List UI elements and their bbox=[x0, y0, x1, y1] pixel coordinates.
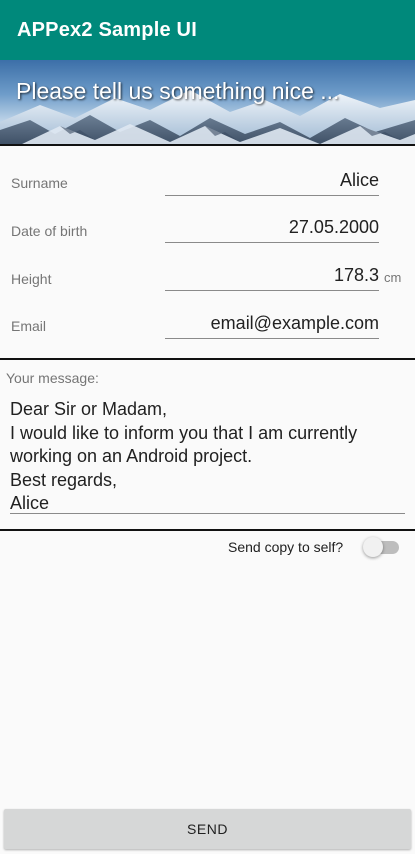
message-label: Your message: bbox=[6, 370, 99, 386]
send-button-label: SEND bbox=[187, 821, 228, 837]
surname-field[interactable]: Alice bbox=[165, 166, 379, 196]
height-field[interactable]: 178.3 bbox=[165, 261, 379, 291]
message-line: Dear Sir or Madam, bbox=[10, 399, 168, 419]
email-label: Email bbox=[11, 318, 47, 334]
app-title: APPex2 Sample UI bbox=[17, 18, 197, 41]
message-input[interactable]: Dear Sir or Madam, I would like to infor… bbox=[10, 398, 405, 514]
copy-to-self-switch[interactable] bbox=[363, 536, 399, 558]
copy-to-self-label: Send copy to self? bbox=[228, 539, 344, 555]
height-value: 178.3 bbox=[333, 265, 379, 285]
form-divider bbox=[0, 358, 415, 360]
date-of-birth-field[interactable]: 27.05.2000 bbox=[165, 213, 379, 243]
message-line: Best regards, bbox=[10, 469, 118, 490]
message-line: working on an Android project. bbox=[10, 446, 253, 466]
banner-divider bbox=[0, 144, 415, 146]
banner-headline: Please tell us something nice ... bbox=[16, 78, 340, 104]
date-of-birth-value: 27.05.2000 bbox=[288, 217, 379, 237]
message-line: Alice bbox=[10, 493, 50, 513]
date-of-birth-label: Date of birth bbox=[11, 223, 88, 239]
app-bar: APPex2 Sample UI bbox=[0, 0, 415, 60]
email-value: email@example.com bbox=[210, 313, 379, 333]
height-label: Height bbox=[11, 271, 52, 287]
message-line: I would like to inform you that I am cur… bbox=[10, 422, 358, 443]
height-unit: cm bbox=[384, 270, 402, 285]
email-field[interactable]: email@example.com bbox=[165, 309, 379, 339]
surname-label: Surname bbox=[11, 175, 68, 191]
banner-image: Please tell us something nice ... bbox=[0, 60, 415, 145]
message-divider bbox=[0, 529, 415, 531]
switch-thumb bbox=[363, 537, 383, 557]
surname-value: Alice bbox=[339, 170, 379, 190]
send-button[interactable]: SEND bbox=[4, 809, 411, 849]
